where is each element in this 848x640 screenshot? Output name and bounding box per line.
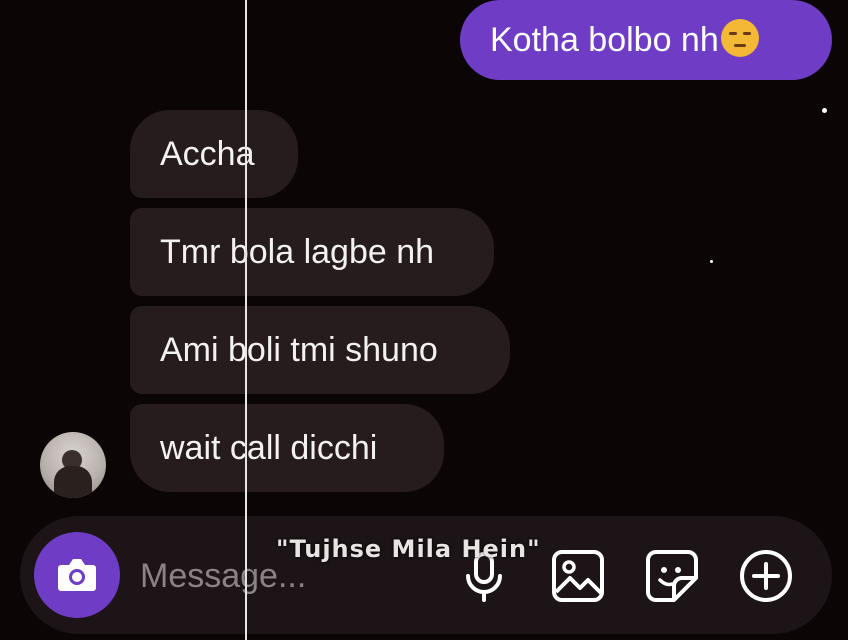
sparkle-dot bbox=[822, 108, 827, 113]
video-scrub-line bbox=[245, 0, 247, 640]
chat-screen: Kotha bolbo nh Accha Tmr bola lagbe nh A… bbox=[0, 0, 848, 640]
gallery-button[interactable] bbox=[550, 548, 606, 604]
incoming-message[interactable]: Ami boli tmi shuno bbox=[130, 306, 510, 394]
camera-button[interactable] bbox=[34, 532, 120, 618]
unamused-face-emoji-icon bbox=[720, 19, 759, 57]
incoming-message[interactable]: Accha bbox=[130, 110, 298, 198]
message-text: wait call dicchi bbox=[160, 429, 378, 467]
message-text: Accha bbox=[160, 135, 255, 173]
add-button[interactable] bbox=[738, 548, 794, 604]
incoming-message[interactable]: wait call dicchi bbox=[130, 404, 444, 492]
sparkle-dot bbox=[710, 260, 713, 263]
camera-icon bbox=[58, 559, 96, 591]
avatar-body bbox=[54, 466, 92, 498]
message-text: Ami boli tmi shuno bbox=[160, 331, 438, 369]
message-text: Tmr bola lagbe nh bbox=[160, 233, 435, 271]
outgoing-message[interactable]: Kotha bolbo nh bbox=[460, 0, 832, 80]
incoming-message[interactable]: Tmr bola lagbe nh bbox=[130, 208, 494, 296]
sticker-button[interactable] bbox=[644, 548, 700, 604]
plus-icon bbox=[740, 550, 792, 602]
sticker-icon bbox=[646, 550, 698, 602]
image-icon bbox=[552, 550, 604, 602]
song-caption-overlay: "Tujhse Mila Hein" bbox=[276, 535, 541, 563]
message-text: Kotha bolbo nh bbox=[490, 21, 719, 59]
contact-avatar[interactable] bbox=[40, 432, 106, 498]
